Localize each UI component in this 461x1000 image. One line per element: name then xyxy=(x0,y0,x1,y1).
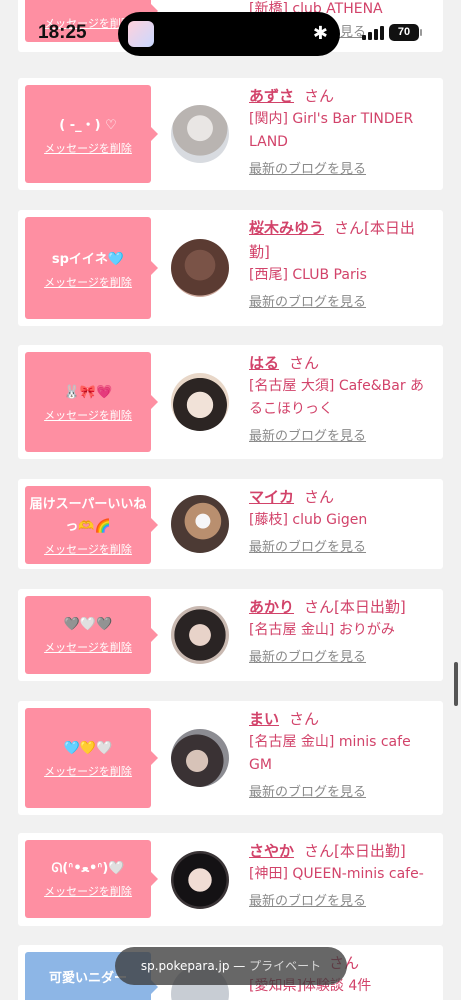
address-bar[interactable]: sp.pokepara.jp — プライベート xyxy=(115,947,347,985)
list-item: 届けスーパーいいねっ🫶🌈 メッセージを削除 マイカ さん [藤枝] club Gi… xyxy=(18,479,443,569)
cast-name-link[interactable]: はる xyxy=(249,354,279,372)
cast-name-link[interactable]: あずさ xyxy=(249,87,294,105)
avatar[interactable] xyxy=(171,373,229,431)
private-mode-label: プライベート xyxy=(249,959,322,973)
honorific: さん xyxy=(289,710,320,728)
delete-message-link[interactable]: メッセージを削除 xyxy=(25,141,151,157)
shop-name[interactable]: [名古屋 金山] minis cafe GM xyxy=(249,731,433,777)
dynamic-island: ✱ xyxy=(118,12,340,56)
scrollbar[interactable] xyxy=(454,662,458,706)
delete-message-link[interactable]: メッセージを削除 xyxy=(25,542,151,558)
delete-message-link[interactable]: メッセージを削除 xyxy=(25,640,151,656)
latest-blog-link[interactable]: 最新のブログを見る xyxy=(249,538,366,558)
message-text: ᘏ(ᐢ•ﻌ•ᐢ)🤍 xyxy=(51,861,125,876)
list-item: 🩶🤍🩶 メッセージを削除 あかり さん[本日出勤] [名古屋 金山] おりがみ 最… xyxy=(18,589,443,681)
shop-name[interactable]: [名古屋 金山] おりがみ xyxy=(249,619,433,642)
honorific: さん xyxy=(304,488,335,506)
message-bubble: ᘏ(ᐢ•ﻌ•ᐢ)🤍 メッセージを削除 xyxy=(25,840,158,918)
avatar[interactable] xyxy=(171,729,229,787)
delete-message-link[interactable]: メッセージを削除 xyxy=(25,408,151,424)
honorific: さん xyxy=(304,87,335,105)
status-bar: 18:25 ✱ 70 xyxy=(0,0,461,62)
message-bubble: ( -_・) ♡ メッセージを削除 xyxy=(25,85,158,183)
delete-message-link[interactable]: メッセージを削除 xyxy=(25,275,151,291)
message-bubble: 届けスーパーいいねっ🫶🌈 メッセージを削除 xyxy=(25,486,158,564)
honorific: さん[本日出勤] xyxy=(304,598,406,616)
app-icon xyxy=(128,21,154,47)
latest-blog-link[interactable]: 最新のブログを見る xyxy=(249,160,366,180)
message-text: ( -_・) ♡ xyxy=(59,118,117,133)
latest-blog-link[interactable]: 最新のブログを見る xyxy=(249,783,366,803)
cast-name-link[interactable]: 桜木みゆう xyxy=(249,219,324,237)
signal-icon xyxy=(362,26,384,40)
message-text: 届けスーパーいいねっ🫶🌈 xyxy=(29,497,147,534)
message-text: 🩶🤍🩶 xyxy=(63,617,113,632)
shop-name[interactable]: [関内] Girl's Bar TINDER LAND xyxy=(249,108,433,154)
message-bubble: 🩶🤍🩶 メッセージを削除 xyxy=(25,596,158,674)
delete-message-link[interactable]: メッセージを削除 xyxy=(25,884,151,900)
bluetooth-icon: ✱ xyxy=(312,23,328,44)
message-text: 🐰🎀💗 xyxy=(63,385,113,400)
shop-name[interactable]: [藤枝] club Gigen xyxy=(249,509,433,532)
url-separator: — xyxy=(229,959,250,973)
shop-name[interactable]: [西尾] CLUB Paris xyxy=(249,264,433,287)
url-domain: sp.pokepara.jp xyxy=(140,959,230,973)
cast-name-link[interactable]: まい xyxy=(249,710,279,728)
honorific: さん xyxy=(289,354,320,372)
cast-name-link[interactable]: さやか xyxy=(249,842,294,860)
clock: 18:25 xyxy=(38,22,87,43)
avatar[interactable] xyxy=(171,606,229,664)
shop-name[interactable]: [名古屋 大須] Cafe&Bar あるこほりっく xyxy=(249,375,433,421)
latest-blog-link[interactable]: 最新のブログを見る xyxy=(249,293,366,313)
message-bubble: 🐰🎀💗 メッセージを削除 xyxy=(25,352,158,452)
list-item: ( -_・) ♡ メッセージを削除 あずさ さん [関内] Girl's Bar … xyxy=(18,78,443,190)
message-bubble: 🩵💛🤍 メッセージを削除 xyxy=(25,708,158,808)
list-item: 🩵💛🤍 メッセージを削除 まい さん [名古屋 金山] minis cafe GM… xyxy=(18,701,443,815)
avatar[interactable] xyxy=(171,239,229,297)
avatar[interactable] xyxy=(171,105,229,163)
cast-name-link[interactable]: あかり xyxy=(249,598,294,616)
latest-blog-link[interactable]: 最新のブログを見る xyxy=(249,892,366,912)
list-item: ᘏ(ᐢ•ﻌ•ᐢ)🤍 メッセージを削除 さやか さん[本日出勤] [神田] QUEE… xyxy=(18,833,443,926)
cast-name-link[interactable]: マイカ xyxy=(249,488,294,506)
delete-message-link[interactable]: メッセージを削除 xyxy=(25,764,151,780)
message-text: spイイネ🩵 xyxy=(51,252,125,267)
avatar[interactable] xyxy=(171,851,229,909)
message-bubble: spイイネ🩵 メッセージを削除 xyxy=(25,217,158,319)
battery-icon: 70 xyxy=(389,24,422,41)
latest-blog-link[interactable]: 最新のブログを見る xyxy=(249,427,366,447)
honorific: さん[本日出勤] xyxy=(304,842,406,860)
message-text: 🩵💛🤍 xyxy=(63,741,113,756)
shop-name[interactable]: [神田] QUEEN-minis cafe- xyxy=(249,863,433,886)
list-item: spイイネ🩵 メッセージを削除 桜木みゆう さん[本日出勤] [西尾] CLUB … xyxy=(18,210,443,326)
avatar[interactable] xyxy=(171,495,229,553)
list-item: 🐰🎀💗 メッセージを削除 はる さん [名古屋 大須] Cafe&Bar あるこほ… xyxy=(18,345,443,459)
latest-blog-link[interactable]: 最新のブログを見る xyxy=(249,648,366,668)
